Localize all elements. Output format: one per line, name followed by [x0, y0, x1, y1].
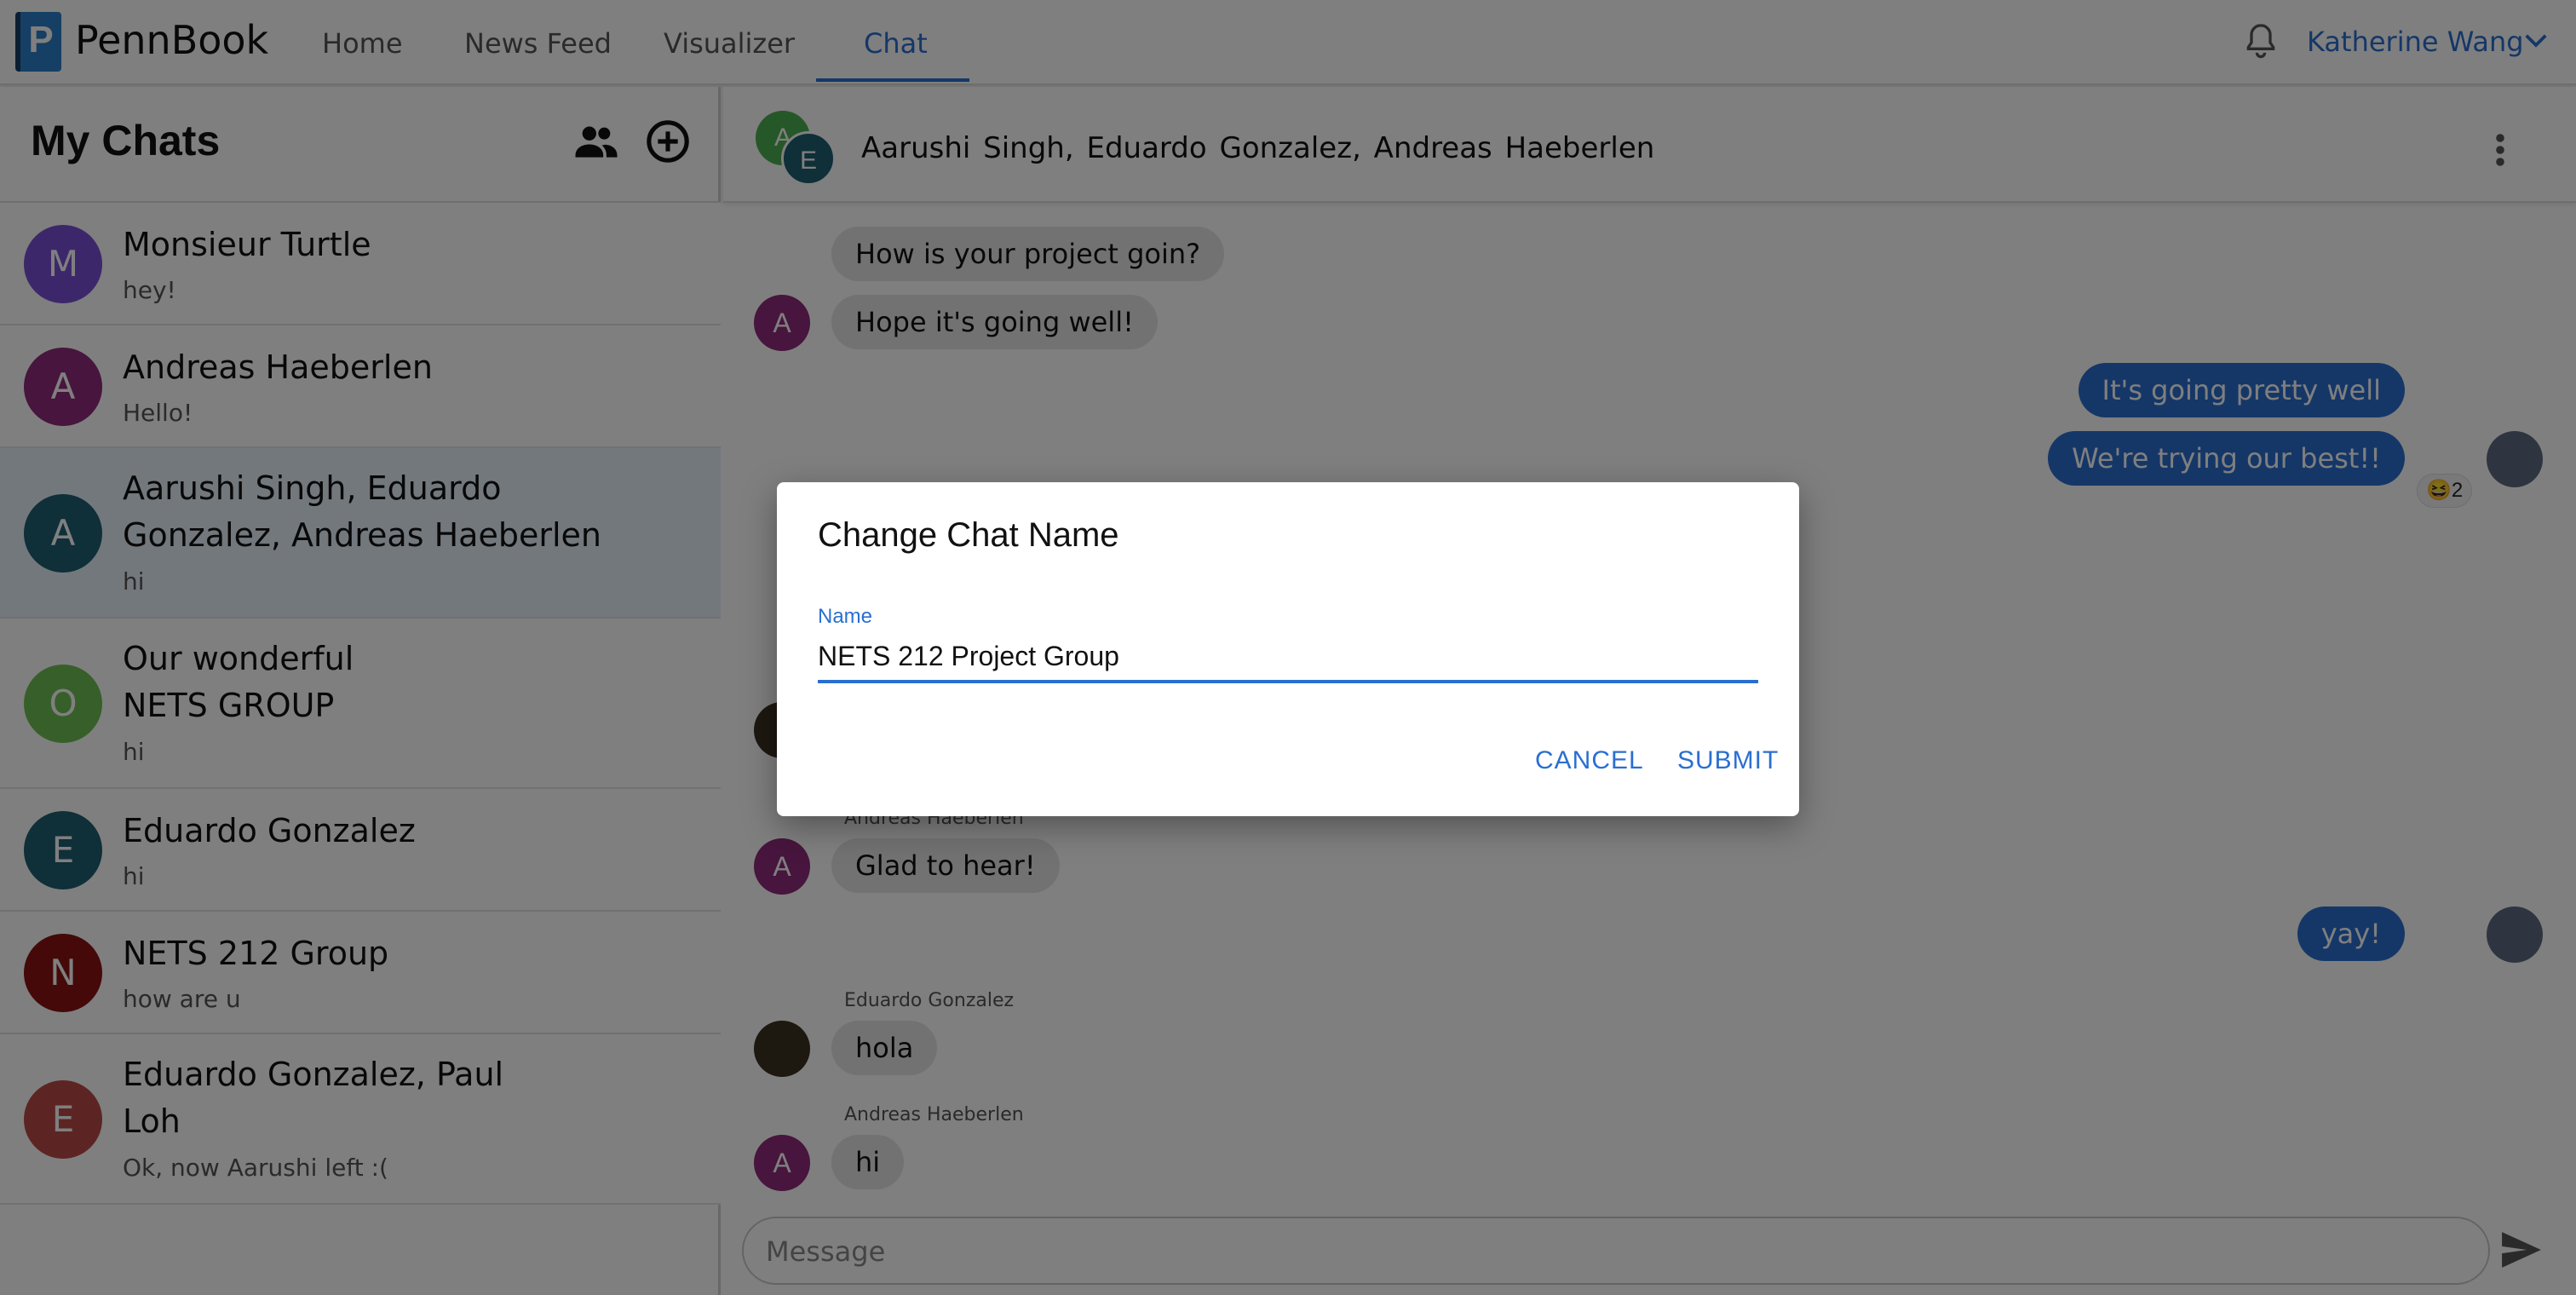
submit-button[interactable]: SUBMIT [1677, 746, 1779, 775]
chat-name-input[interactable] [818, 632, 1758, 683]
cancel-button[interactable]: CANCEL [1535, 746, 1644, 775]
name-field-label: Name [818, 605, 873, 628]
change-chat-name-dialog: Change Chat Name Name CANCEL SUBMIT [777, 482, 1799, 816]
dialog-title: Change Chat Name [818, 516, 1119, 554]
